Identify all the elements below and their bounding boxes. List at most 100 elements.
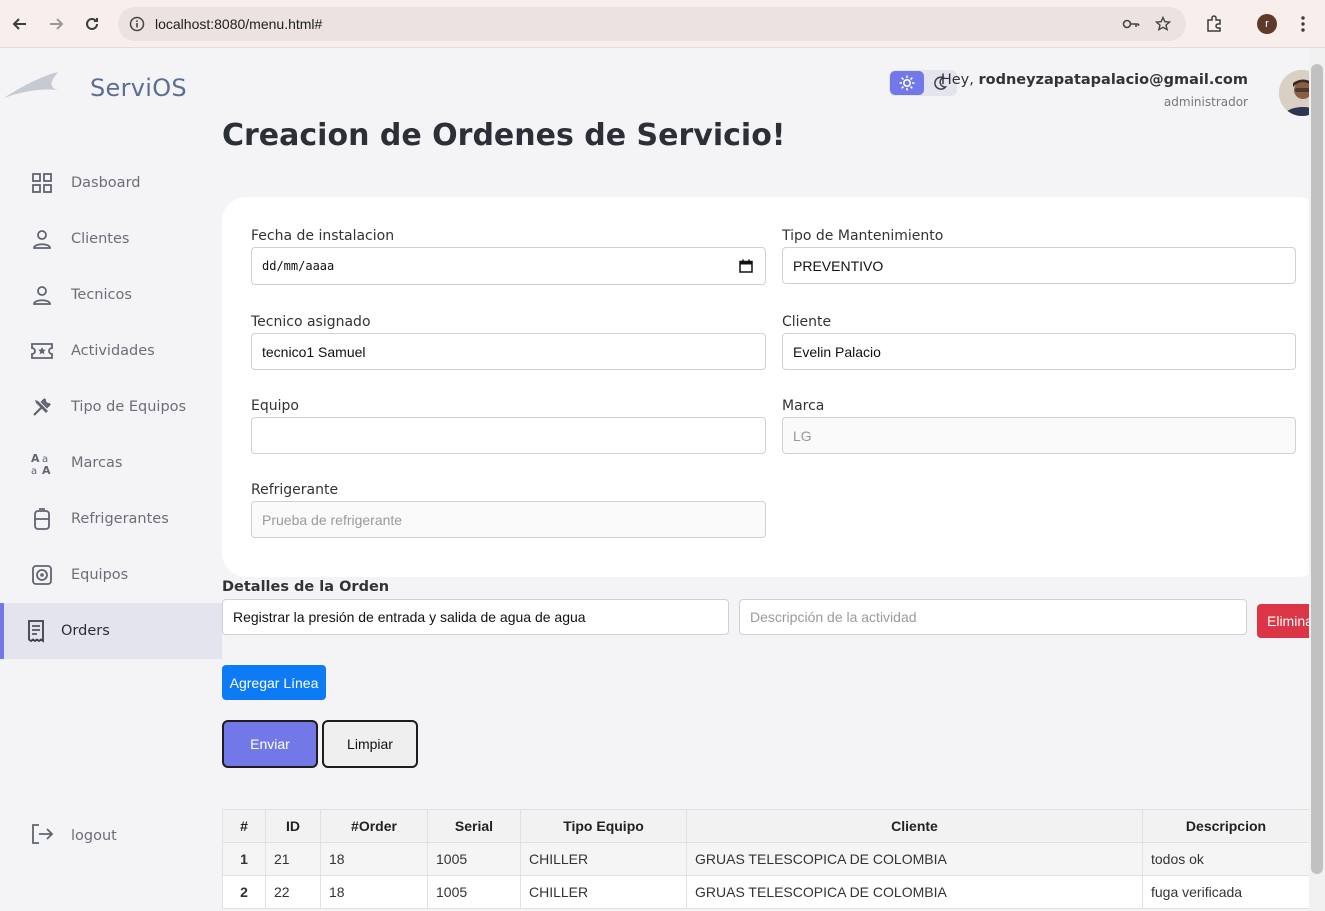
equipo-label: Equipo [251, 398, 299, 414]
sidebar-item-marcas[interactable]: AaaA Marcas [0, 435, 222, 491]
calendar-icon[interactable] [739, 259, 753, 276]
sidebar-item-refrigerantes[interactable]: Refrigerantes [0, 491, 222, 547]
logo-swoosh-icon [2, 70, 62, 104]
page-title: Creacion de Ordenes de Servicio! [222, 118, 786, 153]
marca-input[interactable]: LG [782, 417, 1296, 454]
logout-icon [30, 823, 54, 849]
sidebar-item-orders[interactable]: Orders [0, 603, 222, 659]
fecha-instalacion-input[interactable]: dd/mm/aaaa [251, 247, 766, 285]
svg-text:a: a [31, 466, 37, 475]
sidebar-item-label: Actividades [71, 343, 155, 359]
sun-icon[interactable] [890, 71, 924, 95]
ticket-icon [30, 339, 54, 363]
user-icon [30, 283, 54, 307]
col-header: Tipo Equipo [520, 809, 687, 843]
key-icon[interactable] [1122, 15, 1140, 33]
detalles-orden-label: Detalles de la Orden [222, 579, 390, 595]
cell-tipo-equipo: CHILLER [520, 875, 687, 909]
tipo-mantenimiento-label: Tipo de Mantenimiento [782, 228, 944, 244]
grid-icon [30, 171, 54, 195]
sidebar-item-actividades[interactable]: Actividades [0, 323, 222, 379]
svg-text:A: A [31, 452, 40, 465]
col-header: Serial [427, 809, 521, 843]
reload-icon[interactable] [80, 12, 104, 36]
info-icon[interactable] [128, 15, 146, 33]
sidebar-item-label: Refrigerantes [71, 511, 169, 527]
table-row[interactable]: 2 22 18 1005 CHILLER GRUAS TELESCOPICA D… [222, 875, 1310, 909]
tecnico-asignado-input[interactable]: tecnico1 Samuel [251, 333, 766, 370]
equipo-input[interactable] [251, 417, 766, 454]
device-icon [30, 563, 54, 587]
sidebar-item-label: Orders [61, 623, 110, 639]
sidebar-item-label: Equipos [71, 567, 129, 583]
col-header: # [222, 809, 266, 843]
more-menu-icon[interactable] [1291, 12, 1315, 36]
cliente-label: Cliente [782, 314, 832, 330]
url-text: localhost:8080/menu.html# [155, 16, 323, 32]
activity-description-input[interactable]: Descripción de la actividad [739, 599, 1247, 635]
address-bar[interactable]: localhost:8080/menu.html# [118, 7, 1186, 41]
refrigerante-label: Refrigerante [251, 482, 339, 498]
cell-serial: 1005 [427, 842, 521, 876]
table-header-row: # ID #Order Serial Tipo Equipo Cliente D… [222, 809, 1310, 843]
forward-icon[interactable] [44, 12, 68, 36]
cell-id: 22 [265, 875, 321, 909]
send-button[interactable]: Enviar [222, 720, 318, 768]
profile-avatar-small[interactable]: r [1257, 14, 1277, 34]
user-role: administrador [1163, 95, 1248, 109]
sidebar-item-clientes[interactable]: Clientes [0, 211, 222, 267]
sidebar-item-tipo-equipos[interactable]: Tipo de Equipos [0, 379, 222, 435]
tools-icon [30, 395, 54, 419]
brand-name: ServiOS [90, 74, 187, 102]
cell-order: 18 [320, 875, 428, 909]
tank-icon [30, 507, 54, 531]
fecha-value: dd/mm/aaaa [262, 259, 335, 273]
col-header: #Order [320, 809, 428, 843]
cell-order: 18 [320, 842, 428, 876]
receipt-icon [24, 619, 48, 643]
cell-serial: 1005 [427, 875, 521, 909]
back-icon[interactable] [8, 12, 32, 36]
marca-label: Marca [782, 398, 825, 414]
cell-cliente: GRUAS TELESCOPICA DE COLOMBIA [686, 875, 1143, 909]
greeting-prefix: Hey, [940, 72, 974, 88]
sidebar-item-equipos[interactable]: Equipos [0, 547, 222, 603]
col-header: Cliente [686, 809, 1143, 843]
scrollbar-thumb[interactable] [1311, 64, 1323, 874]
cell-descripcion: todos ok [1142, 842, 1310, 876]
sidebar-item-tecnicos[interactable]: Tecnicos [0, 267, 222, 323]
sidebar-item-dashboard[interactable]: Dasboard [0, 155, 222, 211]
clear-button[interactable]: Limpiar [322, 720, 418, 768]
cell-id: 21 [265, 842, 321, 876]
cell-cliente: GRUAS TELESCOPICA DE COLOMBIA [686, 842, 1143, 876]
user-email: rodneyzapatapalacio@gmail.com [978, 72, 1248, 88]
table-row[interactable]: 1 21 18 1005 CHILLER GRUAS TELESCOPICA D… [222, 842, 1310, 876]
extensions-icon[interactable] [1202, 12, 1226, 36]
col-header: Descripcion [1142, 809, 1310, 843]
cell-tipo-equipo: CHILLER [520, 842, 687, 876]
logout-label: logout [71, 828, 117, 844]
logout-button[interactable]: logout [0, 808, 222, 864]
tecnico-label: Tecnico asignado [251, 314, 371, 330]
cliente-input[interactable]: Evelin Palacio [782, 333, 1296, 370]
tipo-mantenimiento-input[interactable]: PREVENTIVO [782, 247, 1296, 284]
sidebar-item-label: Marcas [71, 455, 123, 471]
orders-table: # ID #Order Serial Tipo Equipo Cliente D… [222, 809, 1310, 909]
sidebar-item-label: Dasboard [71, 175, 141, 191]
sidebar-item-label: Clientes [71, 231, 130, 247]
text-icon: AaaA [30, 451, 54, 475]
sidebar-item-label: Tipo de Equipos [71, 399, 187, 415]
user-greeting: Hey, rodneyzapatapalacio@gmail.com [941, 72, 1248, 88]
star-icon[interactable] [1154, 15, 1172, 33]
svg-text:A: A [42, 464, 51, 475]
cell-index: 2 [222, 875, 266, 909]
sidebar: ServiOS Dasboard Clientes Tecnicos Activ… [0, 48, 222, 911]
user-icon [30, 227, 54, 251]
refrigerante-input[interactable]: Prueba de refrigerante [251, 501, 766, 538]
order-line-input[interactable]: Registrar la presión de entrada y salida… [222, 599, 729, 635]
sidebar-item-label: Tecnicos [71, 287, 132, 303]
browser-toolbar: localhost:8080/menu.html# r [0, 0, 1325, 48]
add-line-button[interactable]: Agregar Línea [222, 665, 326, 700]
cell-descripcion: fuga verificada [1142, 875, 1310, 909]
col-header: ID [265, 809, 321, 843]
